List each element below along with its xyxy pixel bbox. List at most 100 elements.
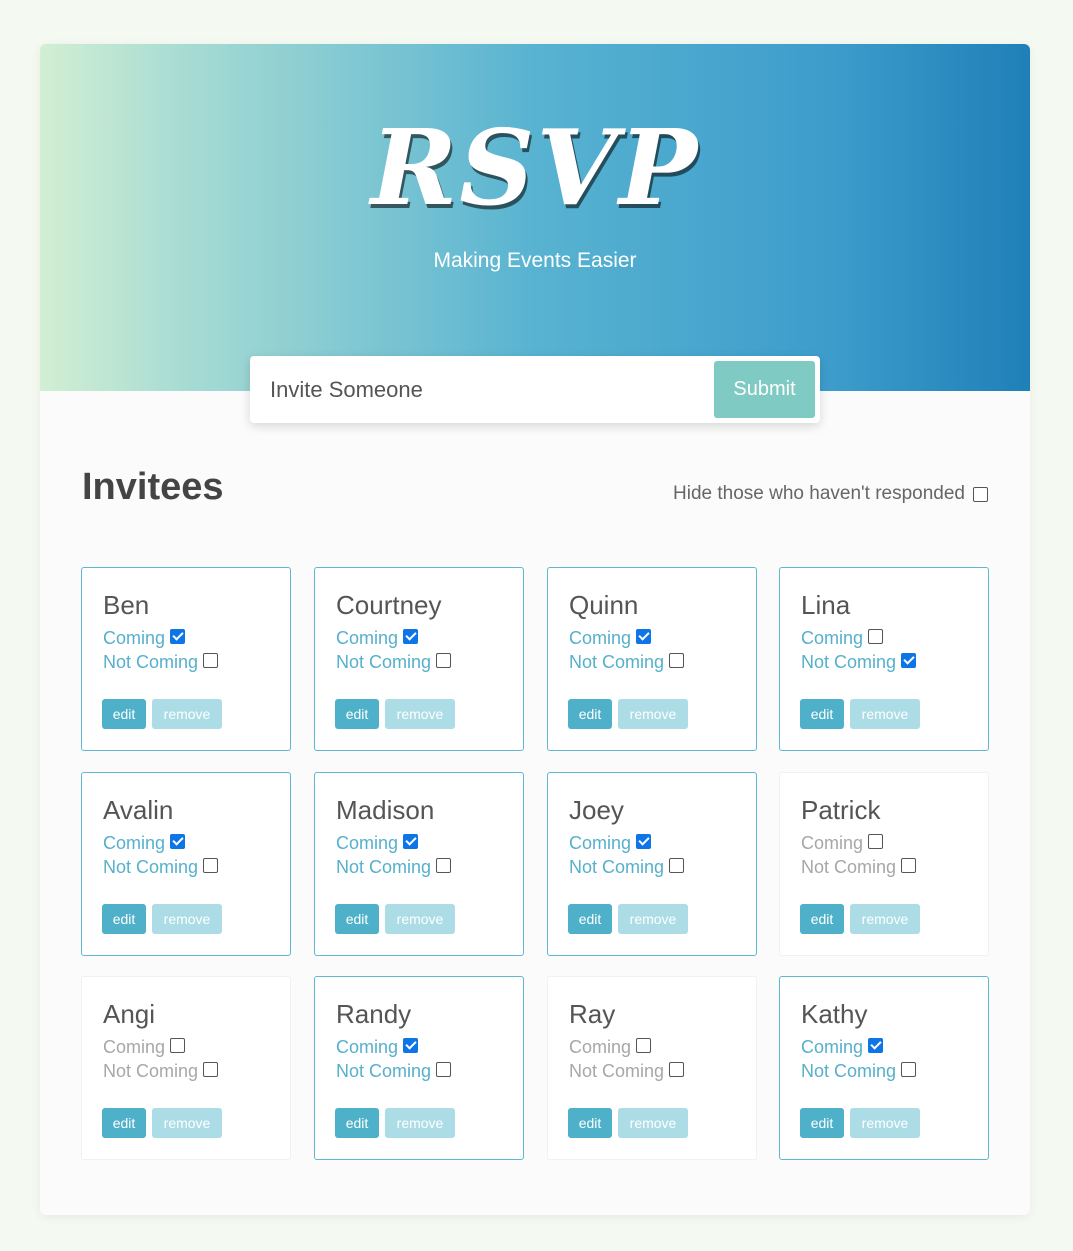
not-coming-label: Not Coming [801,1061,897,1081]
edit-button[interactable]: edit [800,1108,844,1138]
edit-button[interactable]: edit [102,699,146,729]
invitee-card: Ben Coming Not Coming edit remove [81,567,291,751]
invitee-card: Randy Coming Not Coming edit remove [314,976,524,1160]
header-banner: RSVP Making Events Easier [40,44,1030,391]
remove-button[interactable]: remove [385,1108,455,1138]
coming-checkbox[interactable] [403,1038,419,1053]
coming-option[interactable]: Coming [801,833,884,854]
invitee-card: Madison Coming Not Coming edit remove [314,772,524,956]
hide-unresponded-filter[interactable]: Hide those who haven't responded [673,483,988,505]
not-coming-option[interactable]: Not Coming [336,652,452,673]
edit-button[interactable]: edit [800,904,844,934]
edit-button[interactable]: edit [335,699,379,729]
not-coming-label: Not Coming [103,652,199,672]
invitee-card: Courtney Coming Not Coming edit remove [314,567,524,751]
remove-button[interactable]: remove [850,904,920,934]
not-coming-option[interactable]: Not Coming [801,652,917,673]
invite-input[interactable] [250,356,710,423]
not-coming-checkbox[interactable] [436,1062,452,1077]
coming-checkbox[interactable] [170,834,186,849]
not-coming-checkbox[interactable] [901,858,917,873]
hide-unresponded-label: Hide those who haven't responded [673,483,965,504]
not-coming-option[interactable]: Not Coming [569,652,685,673]
invitee-name: Ben [103,590,150,620]
coming-checkbox[interactable] [868,629,884,644]
not-coming-checkbox[interactable] [669,1062,685,1077]
not-coming-option[interactable]: Not Coming [103,857,219,878]
remove-button[interactable]: remove [850,699,920,729]
not-coming-label: Not Coming [336,1061,432,1081]
coming-checkbox[interactable] [868,1038,884,1053]
edit-button[interactable]: edit [568,1108,612,1138]
invitee-name: Avalin [103,795,174,825]
coming-checkbox[interactable] [636,629,652,644]
edit-button[interactable]: edit [568,904,612,934]
remove-button[interactable]: remove [618,904,688,934]
app-tagline: Making Events Easier [433,249,637,272]
invitees-heading: Invitees [82,466,224,508]
coming-option[interactable]: Coming [569,628,652,649]
edit-button[interactable]: edit [102,904,146,934]
invitee-name: Kathy [801,999,868,1029]
coming-option[interactable]: Coming [569,1037,652,1058]
invitee-name: Angi [103,999,156,1029]
not-coming-checkbox[interactable] [436,653,452,668]
remove-button[interactable]: remove [152,1108,222,1138]
remove-button[interactable]: remove [385,699,455,729]
invitee-card: Angi Coming Not Coming edit remove [81,976,291,1160]
not-coming-label: Not Coming [569,652,665,672]
coming-option[interactable]: Coming [336,628,419,649]
edit-button[interactable]: edit [800,699,844,729]
coming-checkbox[interactable] [403,629,419,644]
remove-button[interactable]: remove [152,699,222,729]
app-container: RSVP Making Events Easier Submit Invitee… [40,44,1030,1215]
coming-checkbox[interactable] [403,834,419,849]
not-coming-option[interactable]: Not Coming [569,1061,685,1082]
coming-label: Coming [801,628,864,648]
not-coming-checkbox[interactable] [203,653,219,668]
not-coming-checkbox[interactable] [203,1062,219,1077]
remove-button[interactable]: remove [152,904,222,934]
not-coming-checkbox[interactable] [901,653,917,668]
invitee-name: Joey [569,795,624,825]
submit-button[interactable]: Submit [714,361,815,418]
hide-unresponded-checkbox[interactable] [973,486,988,502]
not-coming-option[interactable]: Not Coming [336,1061,452,1082]
not-coming-option[interactable]: Not Coming [103,652,219,673]
invitee-name: Lina [801,590,851,620]
edit-button[interactable]: edit [335,1108,379,1138]
remove-button[interactable]: remove [618,1108,688,1138]
not-coming-option[interactable]: Not Coming [801,1061,917,1082]
not-coming-checkbox[interactable] [203,858,219,873]
remove-button[interactable]: remove [618,699,688,729]
coming-checkbox[interactable] [868,834,884,849]
remove-button[interactable]: remove [385,904,455,934]
coming-option[interactable]: Coming [103,833,186,854]
not-coming-option[interactable]: Not Coming [801,857,917,878]
coming-option[interactable]: Coming [103,1037,186,1058]
not-coming-checkbox[interactable] [669,653,685,668]
edit-button[interactable]: edit [335,904,379,934]
edit-button[interactable]: edit [568,699,612,729]
not-coming-label: Not Coming [336,652,432,672]
coming-option[interactable]: Coming [103,628,186,649]
invitee-card: Avalin Coming Not Coming edit remove [81,772,291,956]
coming-option[interactable]: Coming [336,833,419,854]
coming-option[interactable]: Coming [569,833,652,854]
not-coming-checkbox[interactable] [669,858,685,873]
coming-option[interactable]: Coming [801,1037,884,1058]
edit-button[interactable]: edit [102,1108,146,1138]
coming-checkbox[interactable] [170,629,186,644]
not-coming-option[interactable]: Not Coming [103,1061,219,1082]
invitee-card: Quinn Coming Not Coming edit remove [547,567,757,751]
coming-option[interactable]: Coming [336,1037,419,1058]
not-coming-checkbox[interactable] [436,858,452,873]
not-coming-option[interactable]: Not Coming [569,857,685,878]
coming-checkbox[interactable] [170,1038,186,1053]
coming-checkbox[interactable] [636,1038,652,1053]
remove-button[interactable]: remove [850,1108,920,1138]
coming-checkbox[interactable] [636,834,652,849]
not-coming-option[interactable]: Not Coming [336,857,452,878]
coming-option[interactable]: Coming [801,628,884,649]
not-coming-checkbox[interactable] [901,1062,917,1077]
